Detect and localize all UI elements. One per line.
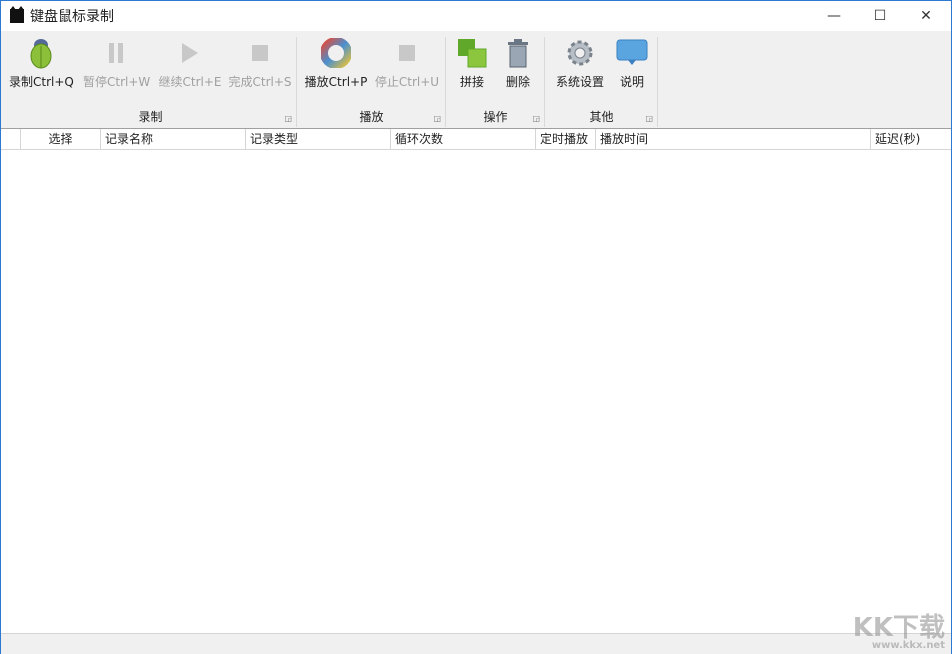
merge-button[interactable]: 拼接	[451, 37, 493, 90]
finish-label: 完成Ctrl+S	[228, 75, 292, 89]
dialog-launcher-icon[interactable]: ◲	[645, 114, 653, 123]
group-other-label: 其他	[589, 110, 614, 124]
close-button[interactable]: ✕	[903, 1, 949, 31]
trash-icon	[502, 37, 534, 69]
col-select[interactable]: 选择	[21, 129, 101, 150]
finish-button[interactable]: 完成Ctrl+S	[227, 37, 293, 90]
gear-icon	[564, 37, 596, 69]
record-label: 录制Ctrl+Q	[9, 75, 74, 89]
resume-label: 继续Ctrl+E	[158, 75, 222, 89]
settings-button[interactable]: 系统设置	[550, 37, 610, 90]
col-scheduled[interactable]: 定时播放	[536, 129, 596, 150]
minimize-button[interactable]: —	[811, 1, 857, 31]
merge-icon	[456, 37, 488, 69]
watermark: KK下载 www.kkx.net	[853, 615, 945, 651]
group-operation: 拼接 删除 操作 ◲	[447, 37, 545, 127]
stop-label: 停止Ctrl+U	[374, 75, 440, 89]
group-operation-label: 操作	[483, 110, 508, 124]
maximize-button[interactable]: ☐	[857, 1, 903, 31]
group-record-label: 录制	[138, 110, 163, 124]
help-label: 说明	[619, 75, 644, 89]
play-label: 播放Ctrl+P	[304, 75, 368, 89]
pause-icon	[100, 37, 132, 69]
ribbon-toolbar: 录制Ctrl+Q 暂停Ctrl+W 继续Ctrl+E 完成Ctrl+S 录制 ◲…	[1, 31, 951, 128]
play-button[interactable]: 播放Ctrl+P	[304, 37, 368, 90]
col-play-time[interactable]: 播放时间	[596, 129, 871, 150]
group-play: 播放Ctrl+P 停止Ctrl+U 播放 ◲	[298, 37, 446, 127]
dialog-launcher-icon[interactable]: ◲	[284, 114, 292, 123]
group-play-label: 播放	[359, 110, 384, 124]
delete-label: 删除	[505, 75, 530, 89]
color-wheel-icon	[320, 37, 352, 69]
settings-label: 系统设置	[555, 75, 604, 89]
stop-icon	[391, 37, 423, 69]
col-rowheader[interactable]	[1, 129, 21, 150]
stop-button[interactable]: 停止Ctrl+U	[374, 37, 440, 90]
pause-label: 暂停Ctrl+W	[83, 75, 151, 89]
col-name[interactable]: 记录名称	[101, 129, 246, 150]
col-loop-count[interactable]: 循环次数	[391, 129, 536, 150]
col-type[interactable]: 记录类型	[246, 129, 391, 150]
group-other: 系统设置 说明 其他 ◲	[546, 37, 658, 127]
play-icon	[174, 37, 206, 69]
dialog-launcher-icon[interactable]: ◲	[433, 114, 441, 123]
speech-bubble-icon	[616, 37, 648, 69]
col-delay[interactable]: 延迟(秒)	[871, 129, 951, 150]
group-record: 录制Ctrl+Q 暂停Ctrl+W 继续Ctrl+E 完成Ctrl+S 录制 ◲	[5, 37, 297, 127]
title-bar: 键盘鼠标录制 — ☐ ✕	[1, 1, 951, 31]
dialog-launcher-icon[interactable]: ◲	[532, 114, 540, 123]
watermark-text: KK下载	[852, 613, 945, 643]
resume-button[interactable]: 继续Ctrl+E	[157, 37, 223, 90]
bug-icon	[25, 37, 57, 69]
delete-button[interactable]: 删除	[497, 37, 539, 90]
window-title: 键盘鼠标录制	[30, 9, 114, 25]
table-header: 选择 记录名称 记录类型 循环次数 定时播放 播放时间 延迟(秒)	[1, 129, 951, 150]
stop-icon	[244, 37, 276, 69]
help-button[interactable]: 说明	[612, 37, 652, 90]
pause-button[interactable]: 暂停Ctrl+W	[83, 37, 151, 90]
status-bar	[1, 633, 951, 654]
record-button[interactable]: 录制Ctrl+Q	[9, 37, 74, 90]
records-table[interactable]: 选择 记录名称 记录类型 循环次数 定时播放 播放时间 延迟(秒)	[1, 128, 951, 633]
app-cat-icon	[10, 6, 24, 23]
merge-label: 拼接	[459, 75, 484, 89]
